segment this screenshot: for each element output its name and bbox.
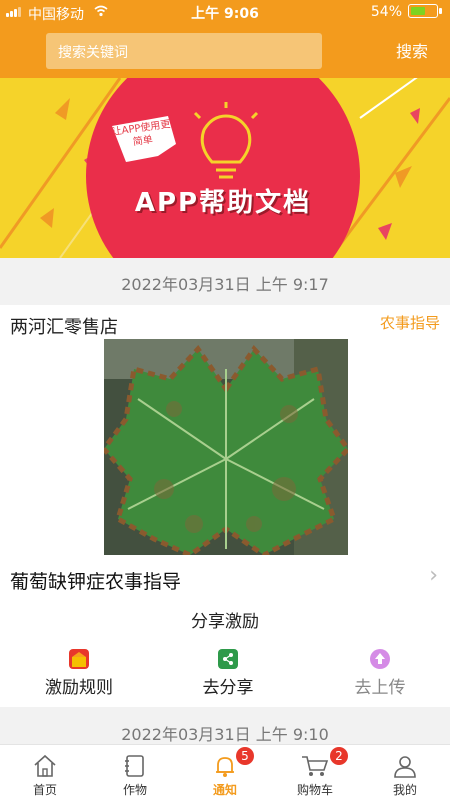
share-icon <box>218 649 238 669</box>
go-upload-label: 去上传 <box>354 678 406 698</box>
notification-badge: 5 <box>236 747 254 765</box>
cart-icon <box>302 756 329 776</box>
nav-crops[interactable]: 作物 <box>90 745 180 800</box>
header-bar: 中国移动 上午 9:06 54% 搜索关键词 搜索 <box>0 0 450 78</box>
article-title[interactable]: 葡萄缺钾症农事指导 <box>10 567 181 594</box>
banner-title: APP帮助文档 <box>134 188 312 218</box>
nav-profile[interactable]: 我的 <box>360 745 450 800</box>
nav-notifications-label: 通知 <box>212 783 237 797</box>
gift-icon <box>69 649 89 669</box>
share-section-title: 分享激励 <box>191 612 259 632</box>
bottom-nav: 首页 作物 通知 5 购物车 2 我的 <box>0 744 450 800</box>
nav-cart-label: 购物车 <box>296 783 333 797</box>
go-share-button[interactable]: 去分享 <box>153 649 303 698</box>
upload-icon <box>370 649 390 669</box>
home-icon <box>34 754 56 777</box>
incentive-rules-button[interactable]: 激励规则 <box>4 649 154 698</box>
go-share-label: 去分享 <box>202 678 254 698</box>
battery-icon <box>408 4 442 18</box>
app-screen: 中国移动 上午 9:06 54% 搜索关键词 搜索 让APP使用更简单 APP帮… <box>0 0 450 800</box>
bell-icon <box>216 757 234 777</box>
chevron-right-icon[interactable]: › <box>429 563 438 588</box>
nav-crops-label: 作物 <box>122 783 147 797</box>
post-timestamp: 2022年03月31日 上午 9:17 <box>121 275 329 294</box>
cart-badge: 2 <box>330 747 348 765</box>
go-upload-button[interactable]: 去上传 <box>305 649 450 698</box>
post-card[interactable]: 两河汇零售店 农事指导 葡萄缺钾症农事指导 › 分享激励 激励规则 去分享 去上… <box>0 305 450 707</box>
grape-leaf-photo[interactable] <box>104 339 348 555</box>
battery-percent: 54% <box>370 4 402 20</box>
nav-home[interactable]: 首页 <box>0 745 90 800</box>
help-banner[interactable]: 让APP使用更简单 APP帮助文档 <box>0 78 450 258</box>
shop-name: 两河汇零售店 <box>10 317 118 338</box>
nav-notifications[interactable]: 通知 5 <box>180 745 270 800</box>
search-input[interactable]: 搜索关键词 <box>46 33 322 69</box>
category-tag[interactable]: 农事指导 <box>380 312 440 333</box>
person-icon <box>394 756 416 778</box>
search-button[interactable]: 搜索 <box>396 38 428 62</box>
status-bar: 中国移动 上午 9:06 54% <box>0 0 450 24</box>
nav-profile-label: 我的 <box>392 783 417 797</box>
next-post-timestamp: 2022年03月31日 上午 9:10 <box>121 725 329 744</box>
nav-home-label: 首页 <box>32 783 57 797</box>
notebook-icon <box>125 755 144 777</box>
incentive-rules-label: 激励规则 <box>45 678 113 698</box>
nav-cart[interactable]: 购物车 2 <box>270 745 360 800</box>
banner-graphic <box>0 78 450 258</box>
